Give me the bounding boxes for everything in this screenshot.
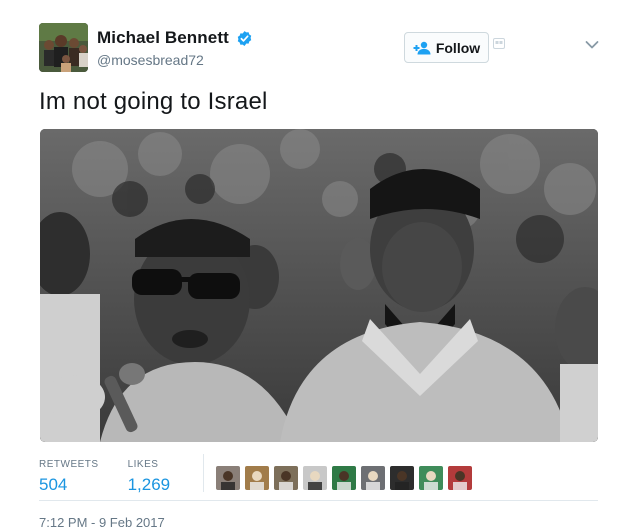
tweet-text: Im not going to Israel <box>39 88 268 115</box>
likes-count[interactable]: 1,269 <box>128 475 171 495</box>
embed-icon <box>493 38 505 49</box>
follow-label: Follow <box>435 39 481 56</box>
liker-avatar-4[interactable] <box>303 466 327 490</box>
retweets-count[interactable]: 504 <box>39 475 99 495</box>
verified-badge-icon <box>238 30 252 46</box>
liker-avatar-8[interactable] <box>419 466 443 490</box>
user-info[interactable]: Michael Bennett @mosesbread72 <box>97 28 253 68</box>
liker-avatar-1[interactable] <box>216 466 240 490</box>
liker-avatar-2[interactable] <box>245 466 269 490</box>
display-name[interactable]: Michael Bennett <box>97 28 229 48</box>
likers-avatars <box>216 466 472 490</box>
likes-label: LIKES <box>127 459 159 470</box>
follow-button[interactable]: Follow <box>404 32 489 63</box>
tweet-card: Michael Bennett @mosesbread72 Follow Im … <box>0 0 640 530</box>
stats-divider <box>203 454 204 492</box>
retweets-label: RETWEETS <box>39 459 99 470</box>
retweets-stat[interactable]: RETWEETS 504 <box>39 459 99 495</box>
liker-avatar-5[interactable] <box>332 466 356 490</box>
liker-avatar-7[interactable] <box>390 466 414 490</box>
add-user-icon <box>413 41 431 54</box>
tweet-timestamp[interactable]: 7:12 PM - 9 Feb 2017 <box>39 515 165 530</box>
likes-stat[interactable]: LIKES 1,269 <box>128 459 171 495</box>
user-handle[interactable]: @mosesbread72 <box>97 52 253 68</box>
chevron-down-icon[interactable] <box>585 40 599 50</box>
footer-divider <box>39 500 598 501</box>
liker-avatar-9[interactable] <box>448 466 472 490</box>
tweet-stats: RETWEETS 504 LIKES 1,269 <box>39 459 199 495</box>
liker-avatar-3[interactable] <box>274 466 298 490</box>
avatar[interactable] <box>39 23 88 72</box>
tweet-photo[interactable] <box>40 129 598 442</box>
liker-avatar-6[interactable] <box>361 466 385 490</box>
